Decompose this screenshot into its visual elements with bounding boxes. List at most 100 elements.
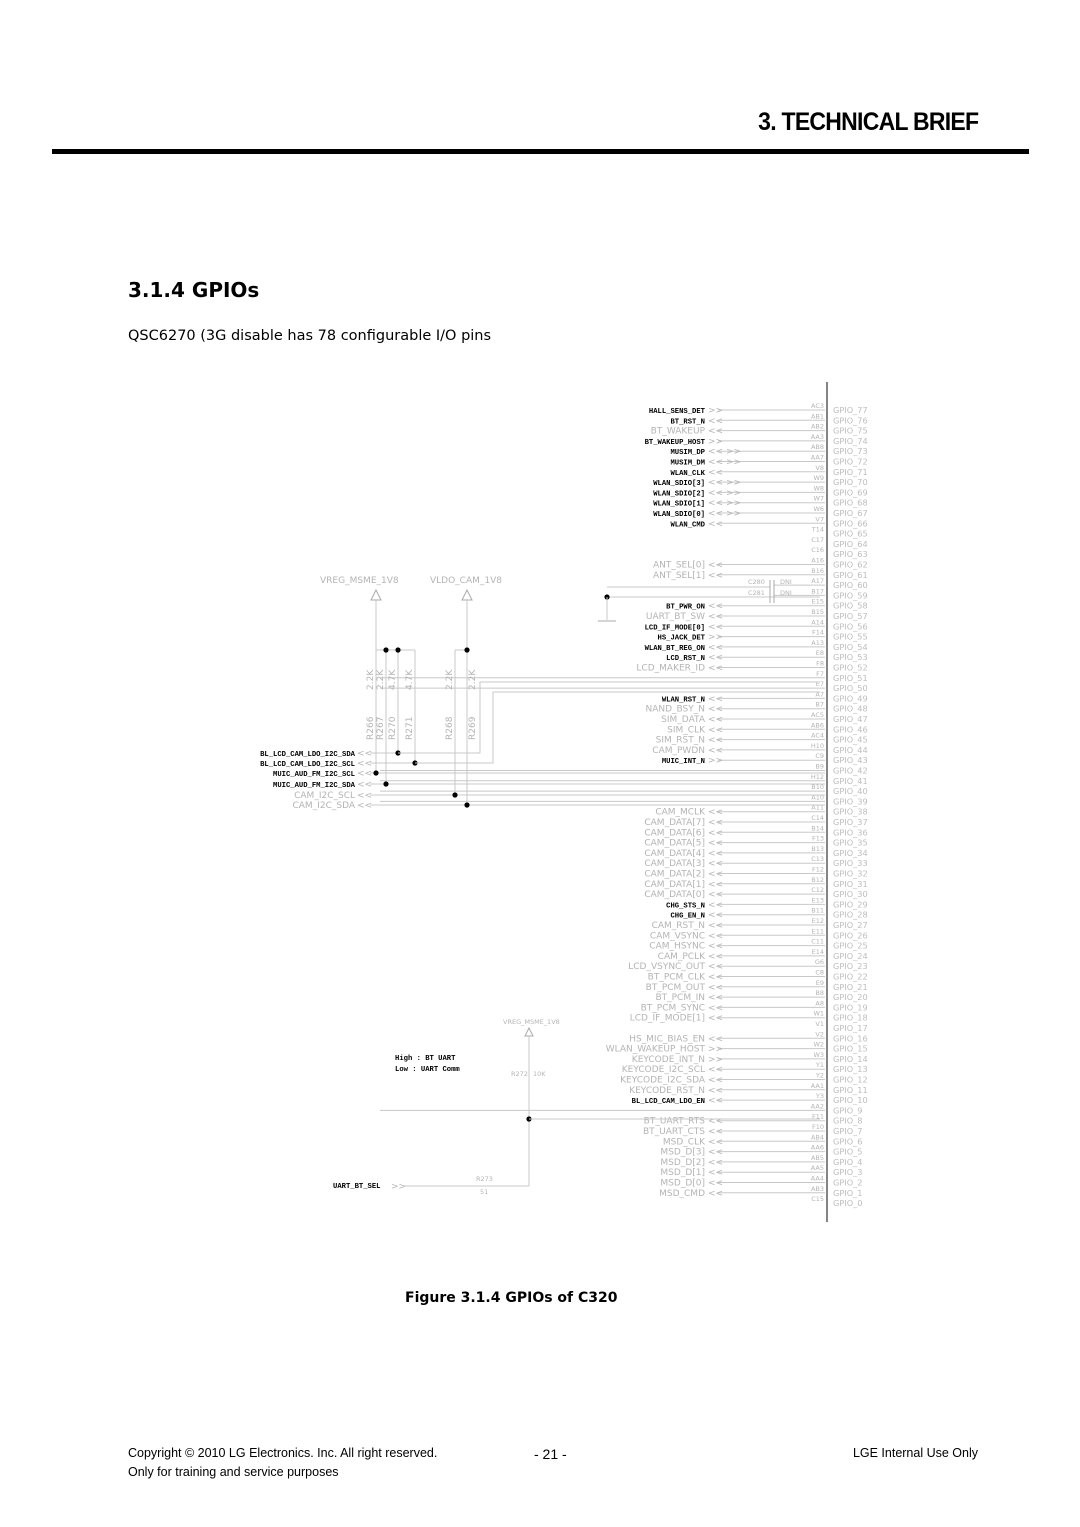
port-arrow-icon: << bbox=[708, 911, 723, 921]
svg-text:High : BT UART: High : BT UART bbox=[395, 1055, 456, 1063]
pin-row-gpio-8: GPIO_8F11BT_UART_RTS << bbox=[644, 1113, 863, 1127]
ball-label: AA3 bbox=[811, 433, 824, 441]
net-label: BT_PCM_OUT bbox=[646, 983, 706, 993]
pin-row-gpio-58: GPIO_58 E15 BT_PWR_ON << bbox=[666, 598, 867, 612]
gpio-label: GPIO_21 bbox=[833, 982, 868, 992]
net-label: MSD_CMD bbox=[659, 1189, 705, 1199]
port-arrow-icon: << bbox=[357, 791, 372, 801]
net-label: MSD_D[3] bbox=[660, 1148, 705, 1158]
gpio-label: GPIO_38 bbox=[833, 807, 868, 817]
junction-dot bbox=[383, 647, 389, 653]
ball-label: F14 bbox=[812, 629, 824, 637]
svg-text:R269: R269 bbox=[468, 716, 478, 740]
gpio-label: GPIO_74 bbox=[833, 436, 868, 446]
ball-label: V7 bbox=[815, 515, 824, 523]
port-arrow-icon: << bbox=[708, 488, 723, 498]
net-label: ANT_SEL[0] bbox=[653, 561, 705, 571]
gpio-label: GPIO_5 bbox=[833, 1147, 862, 1157]
resistor-r267: R267 2.2K bbox=[376, 669, 386, 740]
ball-label: AB6 bbox=[811, 721, 824, 729]
port-arrow-icon: << bbox=[708, 509, 723, 519]
net-label: MSD_D[2] bbox=[660, 1158, 705, 1168]
ball-label: F10 bbox=[812, 1123, 824, 1131]
port-arrow-icon: << bbox=[708, 1034, 723, 1044]
net-label: BT_WAKEUP_HOST bbox=[645, 439, 706, 447]
junction-dot bbox=[464, 802, 470, 808]
port-arrow-icon: << bbox=[708, 1014, 723, 1024]
ball-label: V2 bbox=[815, 1030, 824, 1038]
net-label: WLAN_SDIO[2] bbox=[653, 490, 705, 498]
ball-label: C8 bbox=[815, 969, 824, 977]
gpio-label: GPIO_3 bbox=[833, 1167, 862, 1177]
ball-label: AB4 bbox=[811, 1133, 824, 1141]
port-arrow-icon: << bbox=[708, 1117, 723, 1127]
net-label: MUSIM_DP bbox=[670, 449, 705, 457]
net-label: BT_PCM_SYNC bbox=[641, 1003, 705, 1013]
power-arrow-icon bbox=[461, 588, 473, 601]
ball-label: E15 bbox=[812, 598, 824, 606]
ball-label: E8 bbox=[816, 649, 824, 657]
gpio-label: GPIO_9 bbox=[833, 1105, 862, 1115]
ball-label: C12 bbox=[811, 886, 824, 894]
ball-label: V1 bbox=[815, 1020, 824, 1028]
net-label: BL_LCD_CAM_LDO_I2C_SCL bbox=[260, 761, 355, 769]
gpio-label: GPIO_51 bbox=[833, 673, 868, 683]
ball-label: B9 bbox=[815, 763, 824, 771]
port-arrow-icon: << bbox=[708, 849, 723, 859]
net-label: HS_MIC_BIAS_EN bbox=[629, 1034, 705, 1044]
gpio-label: GPIO_23 bbox=[833, 961, 868, 971]
svg-text:2.2K: 2.2K bbox=[468, 669, 478, 690]
ball-label: A8 bbox=[815, 999, 824, 1007]
port-arrow-icon: << bbox=[708, 602, 723, 612]
net-label: CAM_I2C_SCL bbox=[294, 791, 355, 801]
gpio-label: GPIO_33 bbox=[833, 858, 868, 868]
net-label: BL_LCD_CAM_LDO_I2C_SDA bbox=[260, 751, 356, 759]
net-label: CAM_DATA[2] bbox=[644, 870, 705, 880]
net-label: BT_PCM_IN bbox=[655, 993, 705, 1003]
net-label: LCD_VSYNC_OUT bbox=[628, 962, 705, 972]
net-label: LCD_RST_N bbox=[666, 655, 705, 663]
port-arrow-icon: << bbox=[708, 942, 723, 952]
port-arrow-icon: << bbox=[708, 664, 723, 674]
port-arrow-icon: << bbox=[708, 1076, 723, 1086]
ball-label: A14 bbox=[811, 618, 824, 626]
port-arrow-icon: << bbox=[708, 983, 723, 993]
net-label: CHG_EN_N bbox=[670, 913, 705, 921]
net-label: WLAN_SDIO[3] bbox=[653, 480, 705, 488]
gpio-label: GPIO_26 bbox=[833, 930, 868, 940]
svg-text:R267: R267 bbox=[376, 717, 386, 740]
net-label: LCD_MAKER_ID bbox=[636, 664, 705, 674]
port-arrow-icon: << bbox=[708, 416, 723, 426]
svg-text:Low : UART Comm: Low : UART Comm bbox=[395, 1066, 460, 1074]
net-label: CAM_DATA[0] bbox=[644, 890, 705, 900]
gpio-label: GPIO_49 bbox=[833, 693, 868, 703]
gpio-label: GPIO_47 bbox=[833, 714, 868, 724]
net-label: KEYCODE_I2C_SCL bbox=[622, 1065, 705, 1075]
net-label: WLAN_CLK bbox=[670, 470, 705, 478]
port-arrow-icon: << bbox=[708, 900, 723, 910]
ball-label: F8 bbox=[816, 660, 824, 668]
port-arrow-icon: >> bbox=[708, 406, 723, 416]
gpio-label: GPIO_54 bbox=[833, 642, 868, 652]
ball-label: Y2 bbox=[815, 1072, 824, 1080]
page-number: - 21 - bbox=[534, 1446, 567, 1462]
pin-row-gpio-77: GPIO_77 AC3 HALL_SENS_DET >> bbox=[649, 402, 868, 416]
ball-label: C14 bbox=[811, 814, 824, 822]
junction-dot bbox=[464, 647, 470, 653]
net-label: MUIC_AUD_FM_I2C_SCL bbox=[273, 771, 355, 779]
port-arrow-icon: << bbox=[708, 808, 723, 818]
gpio-label: GPIO_73 bbox=[833, 446, 868, 456]
gpio-label: GPIO_46 bbox=[833, 724, 868, 734]
ball-label: G6 bbox=[815, 958, 824, 966]
ball-label: AA5 bbox=[811, 1164, 824, 1172]
i2c-net-5: CAM_I2C_SDA << bbox=[292, 801, 825, 811]
ball-label: AB1 bbox=[811, 412, 824, 420]
ball-label: F13 bbox=[812, 835, 824, 843]
port-arrow-icon: << bbox=[708, 921, 723, 931]
uart-select-section: VREG_MSME_1V8 R272 10K R273 51 High : BT… bbox=[333, 1018, 820, 1196]
net-label: CAM_DATA[4] bbox=[644, 849, 705, 859]
port-arrow-icon: << bbox=[708, 458, 723, 468]
port-arrow-icon: << bbox=[708, 1003, 723, 1013]
gpio-label: GPIO_4 bbox=[833, 1157, 862, 1167]
port-arrow-icon: >> bbox=[708, 1055, 723, 1065]
